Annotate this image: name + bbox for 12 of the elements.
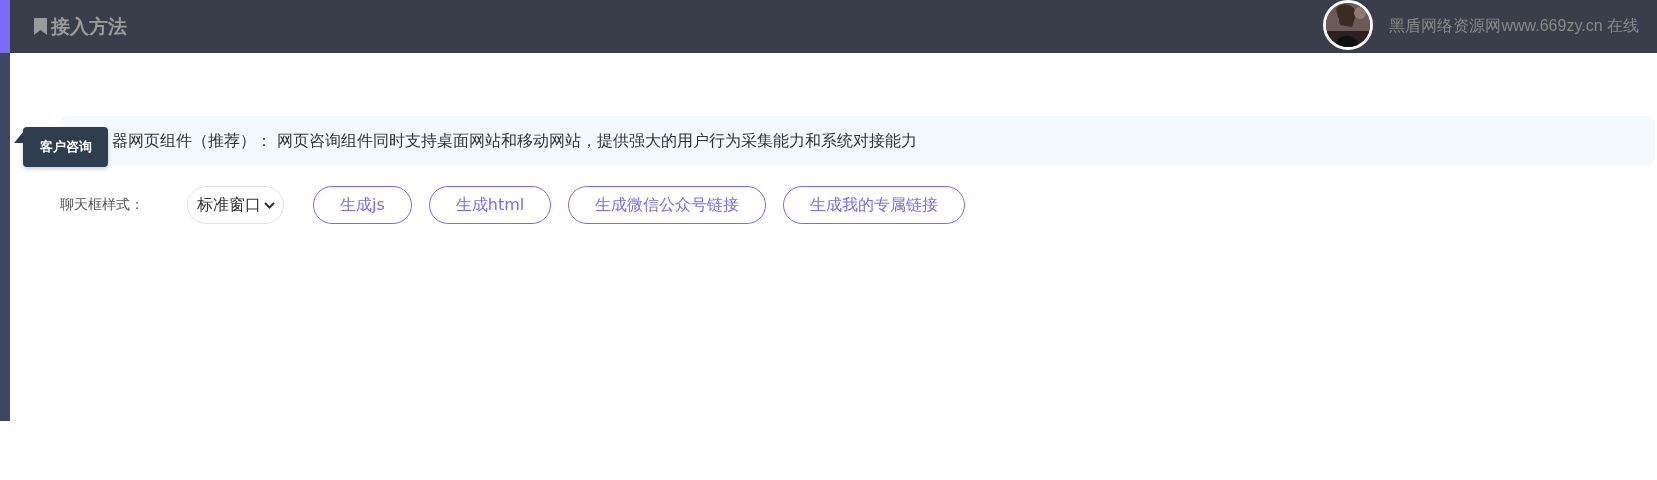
page-title: 接入方法 bbox=[34, 13, 1324, 40]
chevron-down-icon bbox=[264, 201, 275, 209]
bookmark-icon bbox=[34, 18, 47, 35]
generate-button[interactable]: 生成html bbox=[428, 186, 552, 224]
accent-bar bbox=[0, 0, 10, 53]
tooltip: 客户咨询 bbox=[23, 127, 108, 167]
field-label: 聊天框样式： bbox=[60, 196, 145, 214]
generate-button[interactable]: 生成我的专属链接 bbox=[783, 186, 966, 224]
user-status: 黑盾网络资源网www.669zy.cn 在线 bbox=[1389, 16, 1639, 36]
generate-button[interactable]: 生成微信公众号链接 bbox=[568, 186, 767, 224]
generate-button[interactable]: 生成js bbox=[313, 186, 412, 224]
notice-text: 器网页组件（推荐）： 网页咨询组件同时支持桌面网站和移动网站，提供强大的用户行为采集能力和系统对接能力 bbox=[112, 130, 918, 152]
